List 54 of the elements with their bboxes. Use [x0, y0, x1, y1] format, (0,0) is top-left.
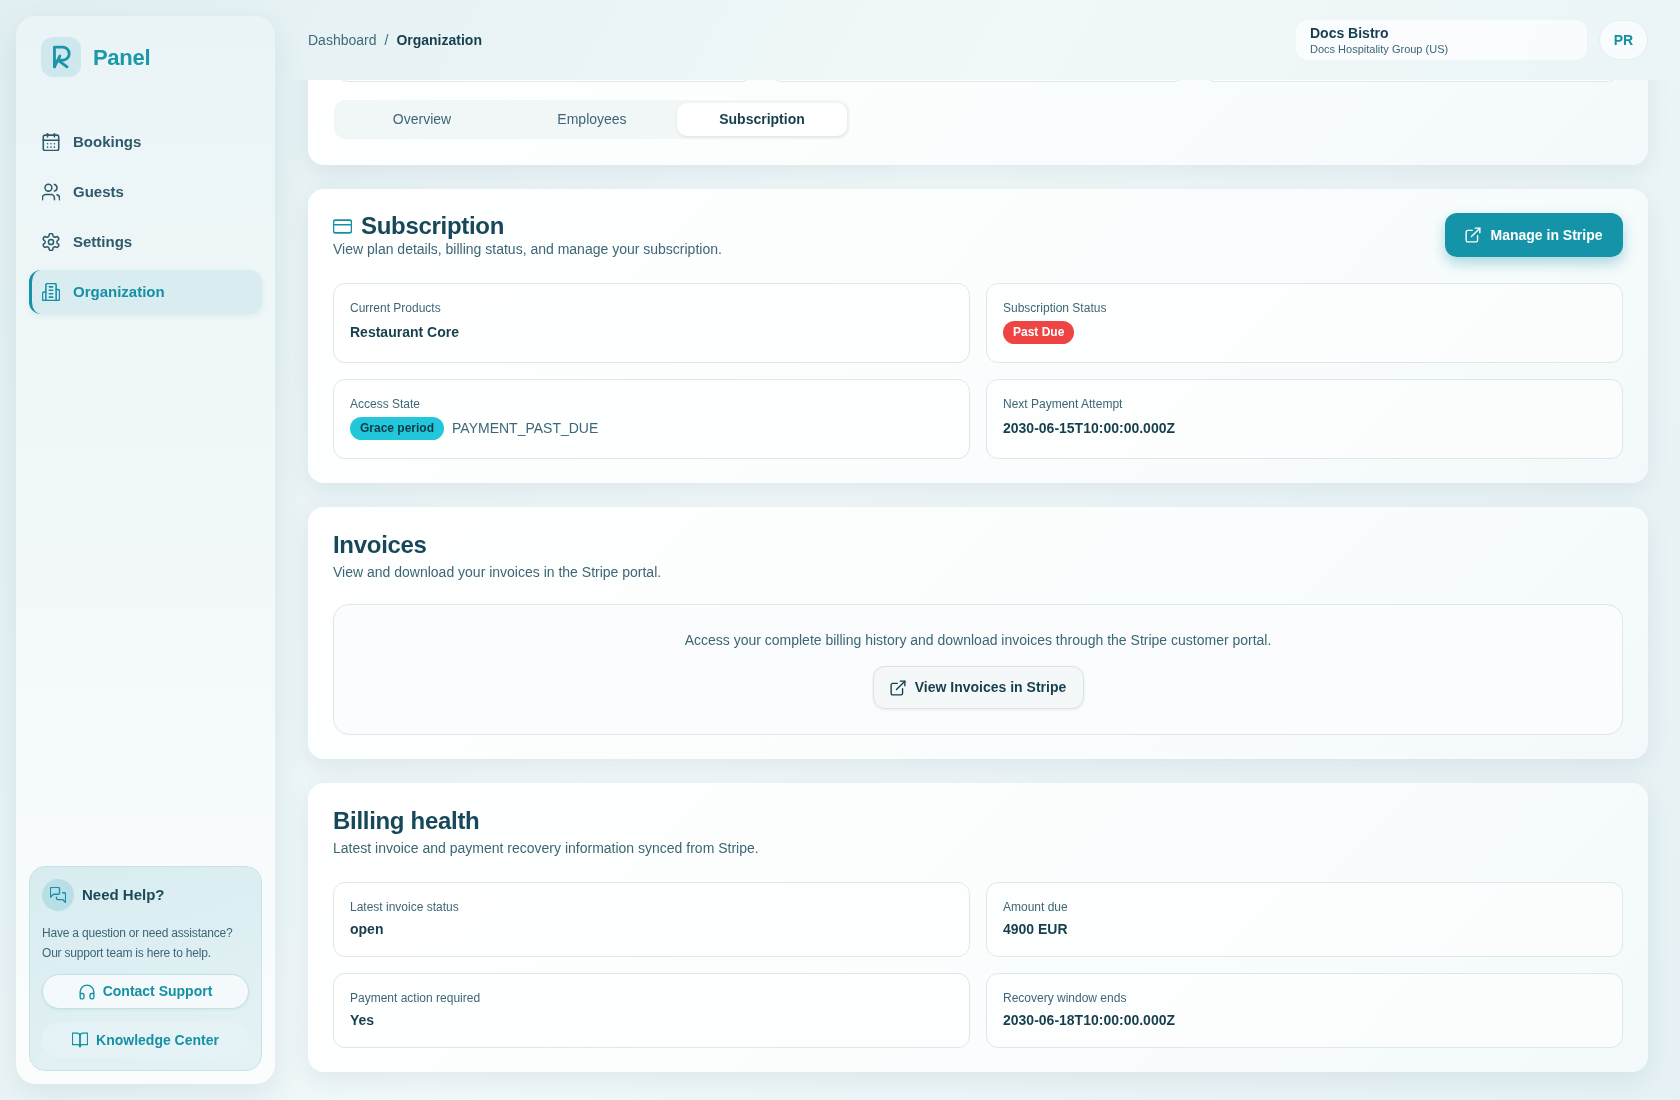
tab[interactable]: Overview: [337, 103, 507, 136]
status-badge: Grace period: [350, 416, 445, 440]
logo-icon: [41, 37, 81, 77]
section-subtitle: Latest invoice and payment recovery information synced from Stripe.: [333, 839, 759, 858]
organization-switcher[interactable]: Docs Bistro Docs Hospitality Group (US): [1296, 20, 1587, 60]
field-value: 2030-06-18T10:00:00.000Z: [1003, 1011, 1175, 1030]
tab[interactable]: Subscription: [677, 103, 847, 136]
field-label: Access State: [350, 396, 421, 412]
field-value: PAYMENT_PAST_DUE: [452, 418, 599, 438]
brand-name: Panel: [93, 43, 151, 72]
nav-item[interactable]: Bookings: [29, 120, 262, 164]
help-title: Need Help?: [82, 884, 165, 905]
field-label: Latest invoice status: [350, 899, 459, 915]
chat-icon: [42, 879, 74, 911]
field-label: Recovery window ends: [1003, 990, 1127, 1006]
status-badge: Past Due: [1003, 320, 1075, 344]
calendar-icon: [42, 133, 60, 151]
field-value: Restaurant Core: [350, 322, 459, 342]
help-button[interactable]: Contact Support: [42, 974, 249, 1009]
section-title: Invoices: [333, 531, 427, 559]
view-invoices-button[interactable]: View Invoices in Stripe: [872, 666, 1084, 709]
help-text: Have a question or need assistance? Our support team is here to help.: [42, 925, 234, 962]
breadcrumb-link[interactable]: Dashboard: [308, 29, 377, 51]
field-value: 4900 EUR: [1003, 920, 1068, 939]
field-value: Yes: [350, 1011, 375, 1030]
manage-button[interactable]: Manage in Stripe: [1445, 213, 1623, 257]
field-value: 2030-06-15T10:00:00.000Z: [1003, 418, 1175, 438]
section-subtitle: View plan details, billing status, and manage your subscription.: [333, 240, 722, 259]
section-title: Billing health: [333, 807, 480, 835]
breadcrumb-current: Organization: [396, 30, 482, 50]
building-icon: [42, 283, 60, 301]
field-label: Payment action required: [350, 990, 481, 1006]
nav-item[interactable]: Settings: [29, 220, 262, 264]
invoices-note: Access your complete billing history and download invoices through the Stripe customer portal.: [684, 631, 1272, 650]
nav-item[interactable]: Organization: [29, 270, 262, 314]
field-label: Subscription Status: [1003, 300, 1107, 316]
settings-icon: [42, 233, 60, 251]
nav-item[interactable]: Guests: [29, 170, 262, 214]
book-icon: [72, 1032, 89, 1048]
avatar-button[interactable]: PR: [1599, 20, 1648, 60]
credit-card-icon: [333, 216, 352, 236]
field-label: Amount due: [1003, 899, 1068, 915]
headphones-icon: [78, 983, 95, 1000]
breadcrumb-separator: /: [384, 30, 389, 50]
external-link-icon: [1465, 227, 1482, 243]
field-label: Current Products: [350, 300, 441, 316]
section-title: Subscription: [361, 213, 505, 239]
help-button[interactable]: Knowledge Center: [42, 1022, 249, 1058]
section-subtitle: View and download your invoices in the Stripe portal.: [333, 563, 662, 582]
tab[interactable]: Employees: [507, 103, 677, 136]
field-label: Next Payment Attempt: [1003, 396, 1123, 412]
field-value: open: [350, 920, 384, 939]
users-icon: [42, 183, 60, 201]
external-link-icon: [889, 679, 906, 696]
